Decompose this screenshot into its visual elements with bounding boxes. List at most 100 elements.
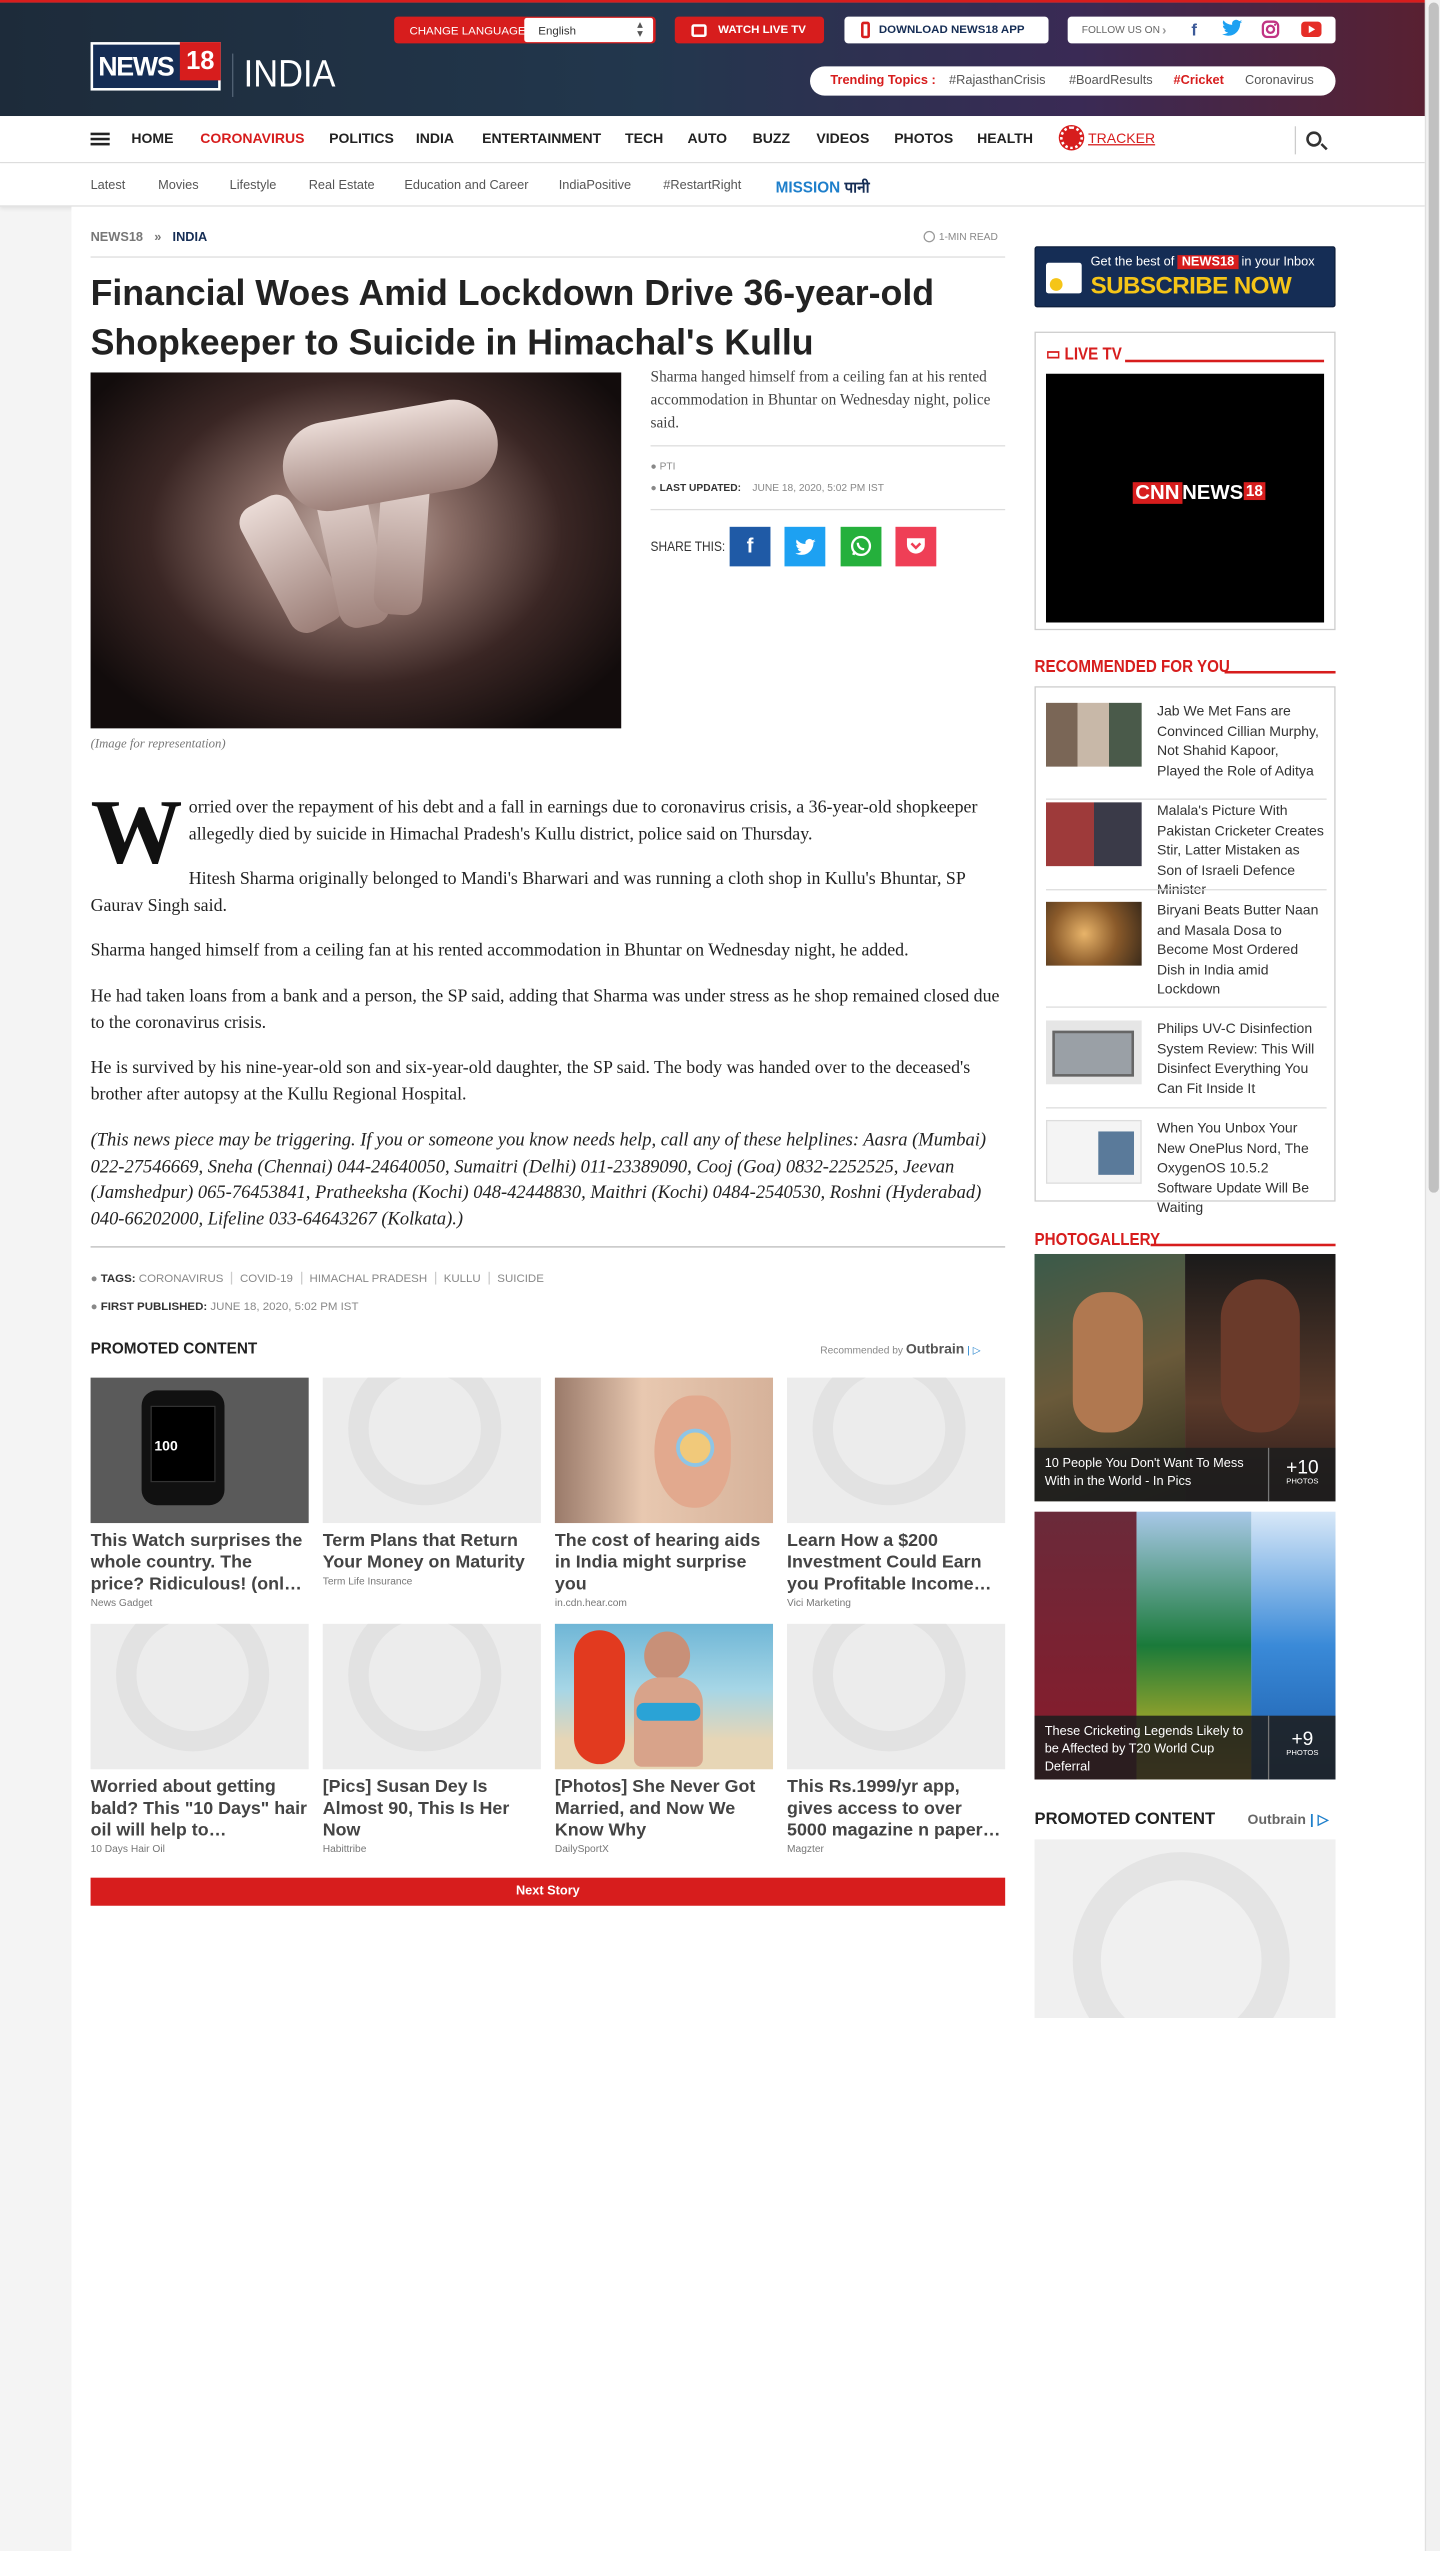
trending-topic[interactable]: #BoardResults — [1069, 66, 1153, 95]
watch-live-tv-button[interactable]: WATCH LIVE TV — [674, 16, 825, 44]
sidebar-promo-image-placeholder[interactable] — [1034, 1839, 1336, 2018]
recommended-thumb — [1045, 901, 1142, 966]
nav-item-buzz[interactable]: BUZZ — [753, 131, 790, 146]
promo-image — [554, 1623, 774, 1770]
subnav-item[interactable]: Latest — [91, 179, 126, 193]
recommended-item[interactable]: Philips UV-C Disinfection System Review:… — [1045, 1020, 1327, 1109]
promo-source: Term Life Insurance — [322, 1575, 413, 1587]
tag-link[interactable]: KULLU — [434, 1271, 489, 1285]
photogallery-item[interactable]: These Cricketing Legends Likely to be Af… — [1034, 1511, 1336, 1780]
nav-item-auto[interactable]: AUTO — [688, 131, 728, 146]
cnn-news18-logo: CNN NEWS 18 — [1132, 482, 1266, 505]
nav-item-tech[interactable]: TECH — [625, 131, 663, 146]
image-shape — [1220, 1279, 1300, 1433]
gallery-caption: These Cricketing Legends Likely to be Af… — [1044, 1724, 1244, 1775]
tag-link[interactable]: COVID-19 — [231, 1271, 301, 1285]
share-whatsapp-button[interactable] — [840, 526, 882, 567]
trending-topic[interactable]: Coronavirus — [1245, 66, 1314, 95]
share-twitter-button[interactable] — [784, 526, 826, 567]
tag-link[interactable]: SUICIDE — [488, 1271, 552, 1285]
info-icon: | ▷ — [1309, 1812, 1329, 1828]
download-app-button[interactable]: DOWNLOAD NEWS18 APP — [844, 16, 1049, 44]
promoted-card[interactable]: Learn How a $200 Investment Could Earn y… — [787, 1377, 1006, 1609]
tag-link[interactable]: HIMACHAL PRADESH — [300, 1271, 435, 1285]
subnav-item[interactable]: Real Estate — [309, 179, 375, 193]
paragraph: Hitesh Sharma originally belonged to Man… — [90, 869, 966, 916]
breadcrumb-separator: » — [154, 230, 162, 245]
promoted-card[interactable]: 100 This Watch surprises the whole count… — [90, 1377, 309, 1609]
facebook-icon[interactable]: f — [1191, 20, 1197, 39]
tv-icon: ▭ — [1045, 343, 1061, 364]
twitter-icon[interactable] — [1222, 19, 1243, 41]
outbrain-attribution[interactable]: Recommended by Outbrain | ▷ — [820, 1342, 980, 1357]
promoted-card[interactable]: [Photos] She Never Got Married, and Now … — [554, 1623, 774, 1855]
language-select[interactable]: English ▴ ▾ — [524, 17, 654, 43]
share-pocket-button[interactable] — [895, 526, 937, 567]
instagram-icon[interactable] — [1261, 20, 1280, 42]
nav-item-tracker[interactable]: TRACKER — [1088, 131, 1155, 146]
subnav-item[interactable]: Education and Career — [404, 179, 528, 193]
promoted-card[interactable]: [Pics] Susan Dey Is Almost 90, This Is H… — [322, 1623, 541, 1855]
trending-topic[interactable]: #Cricket — [1174, 66, 1224, 95]
breadcrumb-home[interactable]: NEWS18 — [91, 231, 143, 245]
nav-item-home[interactable]: HOME — [131, 131, 173, 146]
breadcrumb: NEWS18 » INDIA — [91, 231, 208, 245]
promoted-card[interactable]: This Rs.1999/yr app, gives access to ove… — [787, 1623, 1006, 1855]
subscribe-banner[interactable]: Get the best of NEWS18 in your Inbox SUB… — [1034, 246, 1336, 308]
promo-source: News Gadget — [90, 1597, 153, 1609]
news18-logo[interactable]: NEWS 18 — [90, 42, 221, 91]
recommended-heading: RECOMMENDED FOR YOU — [1034, 655, 1230, 677]
gallery-caption-bar: These Cricketing Legends Likely to be Af… — [1034, 1715, 1336, 1780]
heading-underline — [1224, 670, 1336, 674]
nav-item-photos[interactable]: PHOTOS — [894, 131, 953, 146]
paragraph: Sharma hanged himself from a ceiling fan… — [90, 941, 909, 961]
trending-topic[interactable]: #RajasthanCrisis — [949, 66, 1045, 95]
subnav-item[interactable]: Lifestyle — [230, 179, 277, 193]
nav-item-health[interactable]: HEALTH — [977, 131, 1033, 146]
promoted-card[interactable]: Worried about getting bald? This "10 Day… — [90, 1623, 309, 1855]
divider — [650, 508, 1006, 511]
divider — [90, 1246, 1006, 1248]
info-icon: | ▷ — [967, 1344, 981, 1356]
recommended-title: Biryani Beats Butter Naan and Masala Dos… — [1156, 903, 1319, 998]
youtube-icon[interactable] — [1301, 20, 1322, 42]
next-story-button[interactable]: Next Story — [90, 1877, 1006, 1906]
hamburger-menu-icon[interactable] — [90, 132, 110, 136]
nav-item-india[interactable]: INDIA — [416, 131, 454, 146]
gallery-caption: 10 People You Don't Want To Mess With in… — [1044, 1456, 1244, 1489]
recommended-item[interactable]: When You Unbox Your New OnePlus Nord, Th… — [1045, 1119, 1327, 1216]
promoted-card[interactable]: Term Plans that Return Your Money on Mat… — [322, 1377, 541, 1587]
page-scrollbar[interactable] — [1424, 0, 1440, 2551]
photogallery-item[interactable]: 10 People You Don't Want To Mess With in… — [1034, 1253, 1336, 1502]
recommended-thumb — [1045, 1020, 1142, 1085]
recommended-item[interactable]: Biryani Beats Butter Naan and Masala Dos… — [1045, 901, 1327, 1008]
subnav-item[interactable]: #RestartRight — [663, 179, 741, 193]
promoted-card[interactable]: The cost of hearing aids in India might … — [554, 1377, 774, 1609]
mission-paani-link[interactable]: MISSION पानी — [776, 176, 870, 198]
recommended-item[interactable]: Jab We Met Fans are Convinced Cillian Mu… — [1045, 702, 1327, 800]
nav-item-entertainment[interactable]: ENTERTAINMENT — [482, 131, 601, 146]
nav-item-coronavirus[interactable]: CORONAVIRUS — [200, 131, 304, 146]
divider — [1045, 1006, 1327, 1008]
recommended-list: Jab We Met Fans are Convinced Cillian Mu… — [1034, 686, 1336, 1216]
facebook-icon: f — [746, 535, 754, 558]
scrollbar-thumb[interactable] — [1428, 2, 1439, 1193]
breadcrumb-section[interactable]: INDIA — [173, 231, 208, 245]
pocket-icon — [906, 538, 925, 554]
change-language-label: CHANGE LANGUAGE — [409, 24, 526, 37]
nav-item-politics[interactable]: POLITICS — [329, 131, 394, 146]
recommended-item[interactable]: Malala's Picture With Pakistan Cricketer… — [1045, 802, 1327, 898]
nav-item-videos[interactable]: VIDEOS — [816, 131, 869, 146]
share-facebook-button[interactable]: f — [729, 526, 771, 567]
article-hero-image — [90, 372, 622, 729]
promo-image-placeholder — [787, 1377, 1006, 1524]
image-shape — [116, 1623, 270, 1752]
subnav-item[interactable]: Movies — [158, 179, 198, 193]
search-icon[interactable] — [1306, 131, 1322, 147]
live-tv-player[interactable]: CNN NEWS 18 — [1045, 373, 1325, 623]
select-arrows-icon: ▴ ▾ — [637, 17, 643, 40]
subnav-item[interactable]: IndiaPositive — [559, 179, 631, 193]
promo-source: 10 Days Hair Oil — [90, 1843, 165, 1855]
outbrain-logo[interactable]: Outbrain | ▷ — [1248, 1811, 1329, 1828]
tag-link[interactable]: CORONAVIRUS — [139, 1272, 231, 1285]
